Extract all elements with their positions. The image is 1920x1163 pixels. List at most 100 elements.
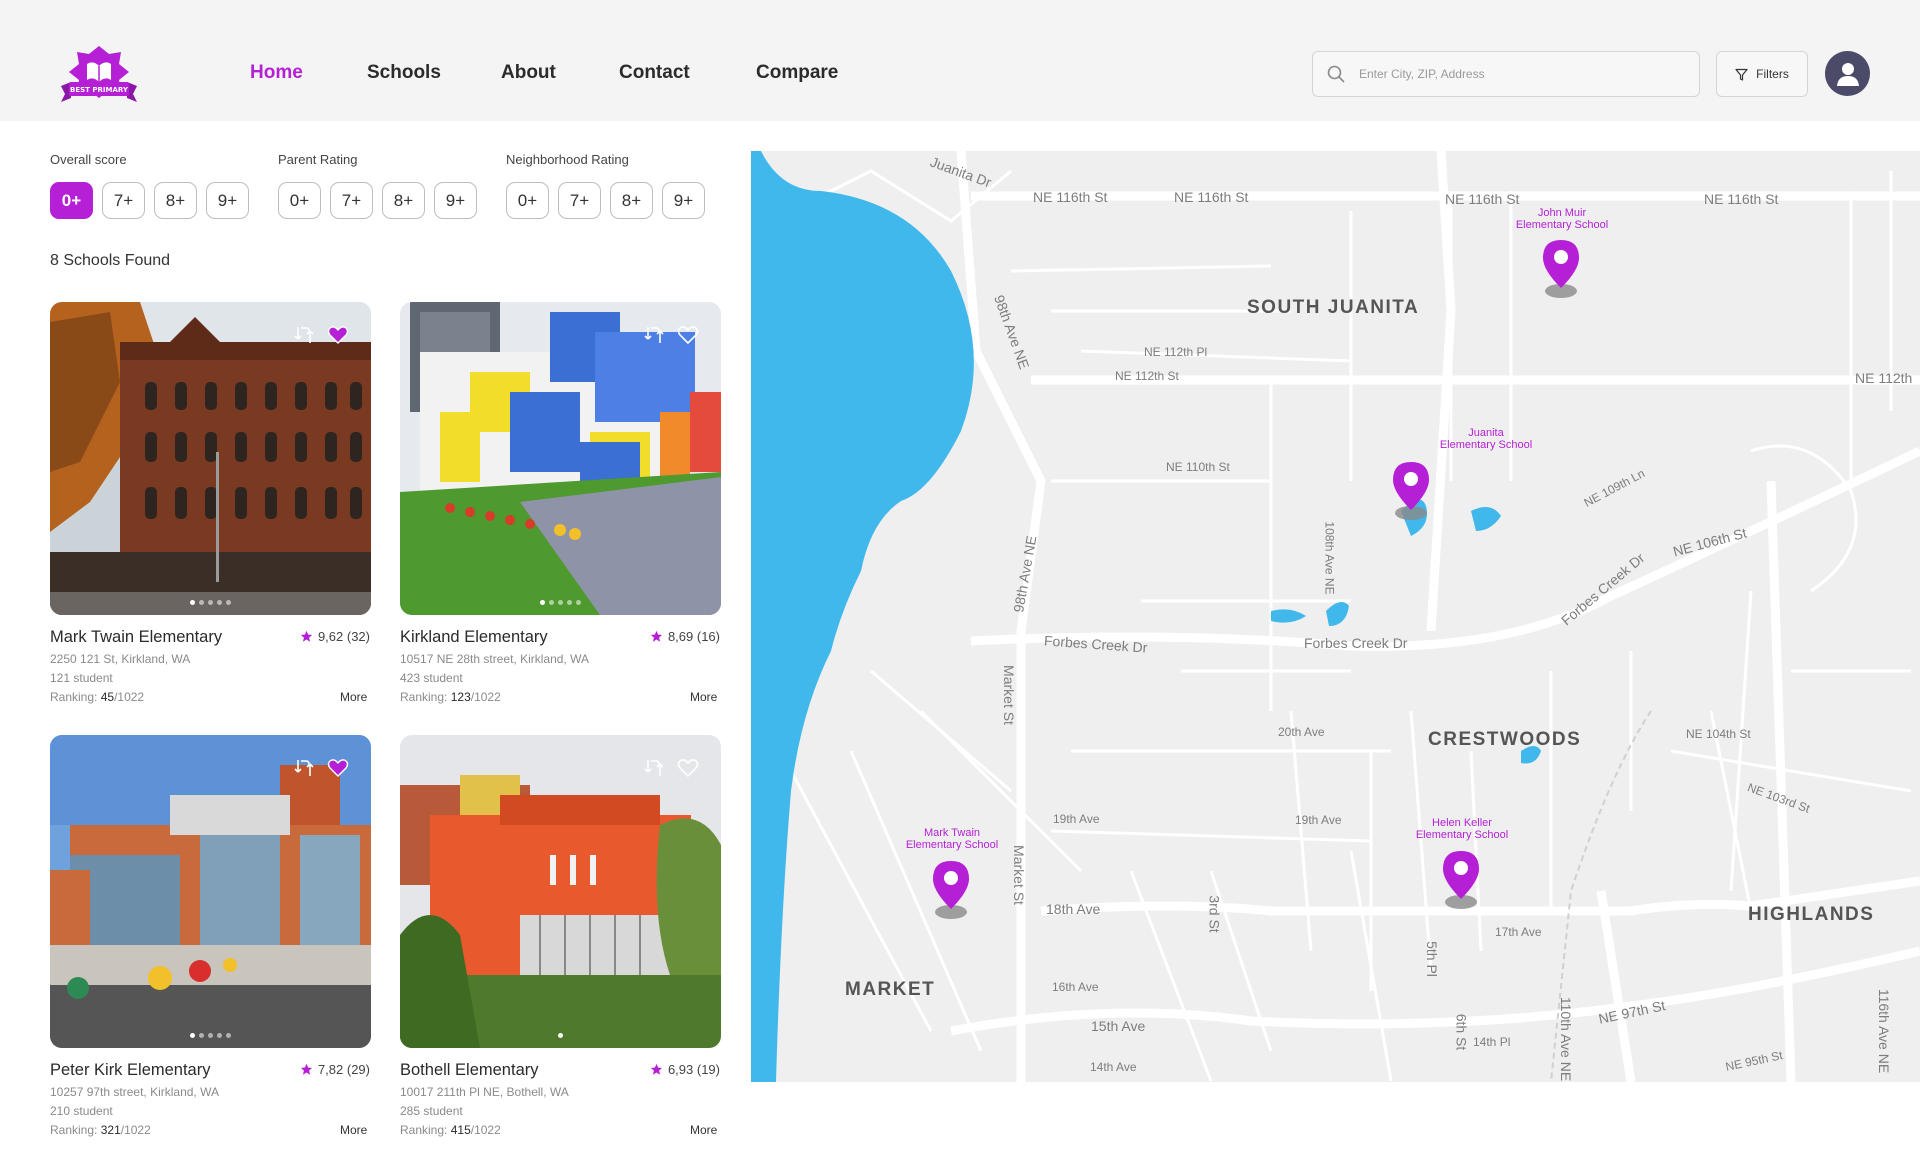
carousel-dots[interactable] (400, 1033, 721, 1038)
chip-parent-8[interactable]: 8+ (382, 182, 425, 219)
more-link[interactable]: More (340, 690, 367, 704)
carousel-dots[interactable] (50, 600, 371, 605)
more-link[interactable]: More (340, 1123, 367, 1137)
carousel-dots[interactable] (400, 600, 721, 605)
street-label: NE 116th St (1033, 189, 1108, 205)
school-address: 10517 NE 28th street, Kirkland, WA (400, 652, 589, 666)
heart-icon[interactable] (677, 324, 699, 346)
school-name[interactable]: Bothell Elementary (400, 1061, 539, 1080)
results-count: 8 Schools Found (50, 252, 171, 269)
street-label: NE 104th St (1686, 727, 1751, 741)
school-rating-value: 8,69 (16) (667, 629, 720, 644)
chip-neighborhood-9[interactable]: 9+ (662, 182, 705, 219)
map-pin-icon[interactable] (1391, 462, 1431, 520)
street-label: NE 116th St (1174, 189, 1249, 205)
chip-overall-9[interactable]: 9+ (206, 182, 249, 219)
map-pin-icon[interactable] (1441, 851, 1481, 909)
compare-icon[interactable] (643, 757, 665, 779)
heart-icon[interactable] (677, 757, 699, 779)
school-ranking: Ranking: 321/1022 (50, 1123, 151, 1137)
nav-about[interactable]: About (501, 62, 556, 84)
school-ranking: Ranking: 45/1022 (50, 690, 145, 704)
street-label: 17th Ave (1495, 925, 1542, 939)
school-photo[interactable] (400, 302, 721, 615)
school-name[interactable]: Peter Kirk Elementary (50, 1061, 210, 1080)
map-canvas (751, 151, 1920, 1082)
logo-text: BEST PRIMARY (70, 86, 129, 94)
filter-parent-label: Parent Rating (278, 152, 358, 167)
chip-parent-9[interactable]: 9+ (434, 182, 477, 219)
school-ranking: Ranking: 123/1022 (400, 690, 501, 704)
map-pin-icon[interactable] (931, 861, 971, 919)
nav-home[interactable]: Home (250, 62, 303, 84)
compare-icon[interactable] (293, 324, 315, 346)
street-label: Market St (1010, 845, 1027, 905)
school-address: 2250 121 St, Kirkland, WA (50, 652, 191, 666)
carousel-dots[interactable] (50, 1033, 371, 1038)
school-rating: 9,62 (32) (300, 629, 370, 644)
chip-neighborhood-7[interactable]: 7+ (558, 182, 601, 219)
street-label: 110th Ave NE (1558, 996, 1575, 1082)
school-address: 10017 211th Pl NE, Bothell, WA (400, 1085, 569, 1099)
nav-compare[interactable]: Compare (756, 62, 838, 84)
school-rating: 6,93 (19) (650, 1062, 720, 1077)
chip-overall-0[interactable]: 0+ (50, 182, 93, 219)
compare-icon[interactable] (293, 757, 315, 779)
map-pin-label: John Muir Elementary School (1515, 207, 1609, 231)
street-label: NE 116th St (1445, 191, 1520, 207)
chip-parent-0[interactable]: 0+ (278, 182, 321, 219)
school-rating-value: 9,62 (32) (317, 629, 370, 644)
school-students: 423 student (400, 671, 463, 685)
chip-overall-8[interactable]: 8+ (154, 182, 197, 219)
more-link[interactable]: More (690, 690, 717, 704)
filter-icon (1735, 68, 1748, 81)
star-icon (300, 630, 313, 642)
street-label: 6th St (1453, 1013, 1470, 1051)
street-label: 14th Ave (1090, 1060, 1137, 1074)
school-students: 285 student (400, 1104, 463, 1118)
street-label: 16th Ave (1052, 980, 1099, 994)
street-label: Market St (1000, 665, 1017, 725)
street-label: 18th Ave (1046, 901, 1101, 917)
heart-icon[interactable] (327, 757, 349, 779)
school-photo[interactable] (400, 735, 721, 1048)
school-name[interactable]: Mark Twain Elementary (50, 628, 222, 647)
logo[interactable]: BEST PRIMARY (57, 42, 141, 106)
street-label: 14th Pl (1473, 1035, 1511, 1049)
search-icon (1327, 65, 1345, 83)
school-rating: 8,69 (16) (650, 629, 720, 644)
nav-contact[interactable]: Contact (619, 62, 690, 84)
school-photo[interactable] (50, 302, 371, 615)
logo-icon: BEST PRIMARY (61, 46, 137, 102)
star-icon (650, 630, 663, 642)
compare-icon[interactable] (643, 324, 665, 346)
chip-overall-7[interactable]: 7+ (102, 182, 145, 219)
area-label: MARKET (845, 979, 936, 1000)
street-label: 15th Ave (1091, 1018, 1146, 1034)
chip-neighborhood-0[interactable]: 0+ (506, 182, 549, 219)
more-link[interactable]: More (690, 1123, 717, 1137)
map-pin-label: Helen Keller Elementary School (1415, 817, 1509, 841)
school-ranking: Ranking: 415/1022 (400, 1123, 501, 1137)
school-rating-value: 7,82 (29) (317, 1062, 370, 1077)
chip-neighborhood-8[interactable]: 8+ (610, 182, 653, 219)
heart-icon[interactable] (327, 324, 349, 346)
chip-parent-7[interactable]: 7+ (330, 182, 373, 219)
search-box[interactable] (1312, 51, 1700, 97)
area-label: SOUTH JUANITA (1247, 297, 1420, 318)
nav-schools[interactable]: Schools (367, 62, 441, 84)
avatar[interactable] (1825, 51, 1870, 96)
map[interactable]: SOUTH JUANITA CRESTWOODS HIGHLANDS MARKE… (751, 151, 1920, 1082)
filters-label: Filters (1756, 67, 1789, 81)
school-students: 210 student (50, 1104, 113, 1118)
street-label: 19th Ave (1053, 812, 1100, 826)
map-pin-label: Juanita Elementary School (1439, 427, 1533, 451)
filter-neighborhood-label: Neighborhood Rating (506, 152, 629, 167)
school-photo[interactable] (50, 735, 371, 1048)
street-label: 108th Ave NE (1322, 521, 1337, 595)
map-pin-icon[interactable] (1541, 240, 1581, 298)
search-input[interactable] (1359, 67, 1679, 81)
street-label: 5th Pl (1423, 941, 1440, 977)
school-name[interactable]: Kirkland Elementary (400, 628, 548, 647)
filters-button[interactable]: Filters (1716, 51, 1808, 97)
